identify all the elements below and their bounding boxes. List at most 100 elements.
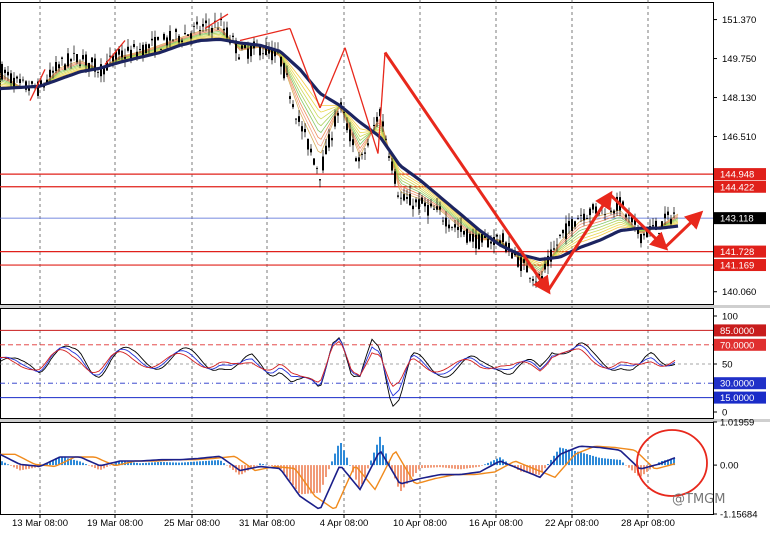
macd-histogram-bar (370, 460, 372, 466)
candle-body (664, 213, 666, 219)
macd-histogram-bar (400, 465, 402, 492)
macd-histogram-bar (547, 464, 549, 466)
candle-body (667, 211, 669, 216)
macd-histogram-bar (646, 465, 648, 472)
macd-histogram-bar (643, 465, 645, 475)
candle-body (310, 148, 312, 153)
macd-histogram-bar (412, 465, 414, 477)
candle-body (568, 220, 570, 227)
candle-body (613, 210, 615, 214)
macd-histogram-bar (322, 465, 324, 485)
chart-canvas: 13 Mar 08:00 19 Mar 08:00 25 Mar 08:00 31 M… (0, 0, 770, 529)
macd-histogram-bar (610, 459, 612, 466)
candle-body (118, 49, 120, 55)
candle-body (124, 56, 126, 59)
y-tick-label: 151.370 (722, 15, 756, 26)
macd-histogram-bar (157, 462, 159, 466)
candle-body (193, 25, 195, 27)
candle-body (199, 30, 201, 32)
macd-histogram-bar (466, 465, 468, 469)
macd-histogram-bar (484, 464, 486, 466)
macd-histogram-bar (379, 436, 381, 466)
candle-body (250, 45, 252, 57)
candle-body (79, 64, 81, 66)
macd-histogram-bar (475, 465, 477, 468)
macd-histogram-bar (142, 463, 144, 466)
candle-body (394, 171, 396, 184)
level-label: 141.728 (720, 247, 754, 258)
rsi-line (0, 338, 676, 397)
candle-body (4, 69, 6, 74)
macd-histogram-bar (202, 461, 204, 466)
x-tick-label: 28 Apr 08:00 (621, 518, 675, 529)
grid-lines (0, 0, 770, 515)
macd-histogram-bar (334, 453, 336, 466)
macd-histogram-bar (445, 465, 447, 468)
candle-body (64, 64, 66, 70)
macd-histogram-bar (256, 465, 258, 466)
x-tick-label: 13 Mar 08:00 (12, 518, 68, 529)
candle-body (61, 57, 63, 59)
macd-histogram-bar (583, 453, 585, 466)
macd-histogram-bar (622, 462, 624, 466)
macd-histogram-bar (337, 445, 339, 466)
macd-histogram-bar (316, 465, 318, 493)
x-tick-label: 19 Mar 08:00 (87, 518, 143, 529)
candle-body (574, 221, 576, 227)
macd-histogram-bar (580, 452, 582, 466)
macd-histogram-bar (133, 462, 135, 466)
level-label: 144.948 (720, 170, 754, 181)
macd-histogram-bar (448, 465, 450, 469)
candle-body (397, 195, 399, 197)
candle-body (70, 59, 72, 62)
candle-body (121, 50, 123, 58)
macd-histogram-bar (220, 460, 222, 466)
candle-body (427, 204, 429, 216)
macd-tick-label: -1.15684 (720, 510, 758, 521)
macd-histogram-bar (490, 461, 492, 466)
candle-body (286, 73, 288, 75)
x-tick-label: 22 Apr 08:00 (545, 518, 599, 529)
price-panel (0, 12, 713, 295)
candle-body (316, 168, 318, 169)
macd-histogram-bar (214, 460, 216, 466)
macd-histogram-bar (265, 464, 267, 466)
candle-body (373, 124, 375, 127)
macd-histogram-bar (601, 458, 603, 466)
macd-histogram-bar (94, 465, 96, 469)
macd-histogram-bar (184, 462, 186, 466)
candle-body (388, 156, 390, 158)
x-tick-label: 31 Mar 08:00 (239, 518, 295, 529)
current-price-label: 143.118 (720, 214, 754, 225)
macd-histogram-bar (160, 461, 162, 466)
candle-body (325, 145, 327, 155)
macd-histogram-bar (481, 465, 483, 466)
macd-histogram-bar (187, 462, 189, 466)
x-tick-label: 25 Mar 08:00 (164, 518, 220, 529)
candle-body (82, 55, 84, 60)
macd-histogram-bar (13, 465, 15, 468)
rsi-panel (0, 329, 713, 407)
candle-body (580, 214, 582, 216)
candle-body (448, 224, 450, 229)
panel-separator (0, 305, 770, 308)
candle-body (382, 121, 384, 127)
candle-body (217, 28, 219, 30)
macd-histogram-bar (85, 464, 87, 466)
candle-body (400, 197, 402, 199)
macd-histogram-bar (463, 465, 465, 469)
candle-body (463, 230, 465, 235)
candle-body (556, 244, 558, 246)
macd-histogram-bar (640, 465, 642, 477)
candle-body (241, 45, 243, 49)
x-tick-label: 10 Apr 08:00 (393, 518, 447, 529)
macd-histogram-bar (307, 465, 309, 494)
candle-body (583, 213, 585, 221)
macd-histogram-bar (319, 465, 321, 493)
candle-body (673, 212, 675, 214)
x-tick-label: 16 Apr 08:00 (469, 518, 523, 529)
candle-body (136, 51, 138, 57)
candle-body (289, 96, 291, 99)
candle-body (553, 248, 555, 250)
candle-body (544, 263, 546, 270)
